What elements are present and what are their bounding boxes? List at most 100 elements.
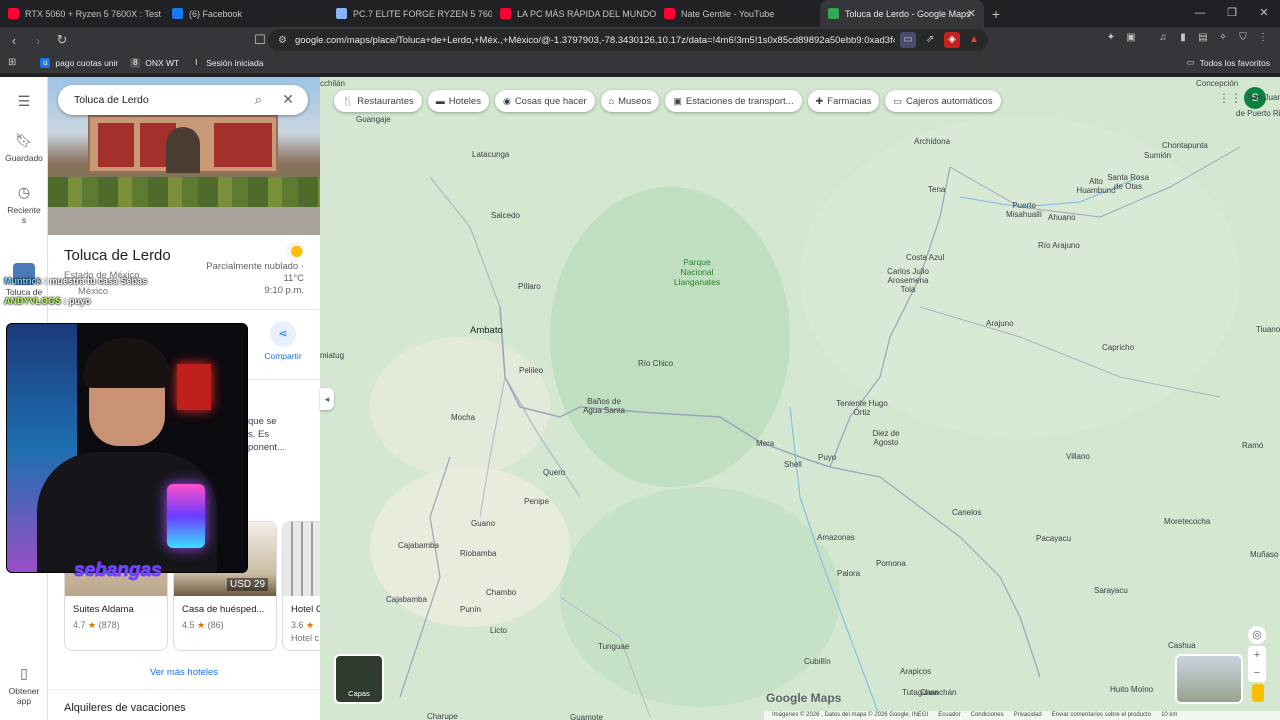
rail-item-recent[interactable]: ◷ Reciente s — [0, 184, 48, 225]
menu-button[interactable]: ☰ — [0, 93, 48, 114]
chip-cajeros-autom-ticos[interactable]: ▭ Cajeros automáticos — [885, 90, 1001, 112]
share-button[interactable]: ⋖ Compartir — [259, 321, 307, 361]
layers-button[interactable]: Capas — [334, 654, 384, 704]
map-place-label[interactable]: Canelos — [952, 508, 981, 517]
sidepanel-icon[interactable]: ▮ — [1177, 32, 1189, 44]
map-place-label[interactable]: Teniente Hugo Ortiz — [836, 399, 888, 417]
ai-icon[interactable]: ✧ — [1217, 32, 1229, 44]
map-place-label[interactable]: Cajabamba — [398, 541, 439, 550]
pegman-icon[interactable] — [1252, 684, 1264, 702]
collapse-panel-button[interactable]: ◂ — [320, 388, 334, 410]
map-place-label[interactable]: Arapicos — [900, 667, 931, 676]
tab-1[interactable]: (6) Facebook — [164, 0, 328, 27]
map-place-label[interactable]: Chanchán — [920, 688, 956, 697]
restore-icon[interactable]: ❐ — [1216, 0, 1248, 27]
map-canvas[interactable]: 🍴 Restaurantes ▬ Hoteles ◉ Cosas que hacer ⌂ Mu… — [320, 77, 1280, 720]
chip-museos[interactable]: ⌂ Museos — [600, 90, 660, 112]
extension-icon[interactable]: ◈ — [944, 32, 960, 48]
map-place-label[interactable]: Huito Moíno — [1110, 685, 1153, 694]
attribution-item[interactable]: Condiciones — [971, 711, 1004, 720]
shield-icon[interactable]: ⛉ — [1237, 32, 1249, 44]
share-page-icon[interactable]: ⇗ — [922, 32, 938, 48]
alert-extension-icon[interactable]: ▲ — [966, 32, 982, 48]
map-place-label[interactable]: Capricho — [1102, 343, 1134, 352]
map-place-label[interactable]: Diez de Agosto — [860, 429, 912, 447]
map-place-label[interactable]: Cajabamba — [386, 595, 427, 604]
map-place-label[interactable]: Chontapunta — [1162, 141, 1208, 150]
map-place-label[interactable]: Ahuano — [1048, 213, 1076, 222]
map-place-label[interactable]: Costa Azul — [906, 253, 944, 262]
map-place-label[interactable]: Ambato — [470, 325, 503, 336]
bookmark-item[interactable]: 8 ONX WT — [130, 57, 179, 68]
map-place-label[interactable]: Río Chico — [638, 359, 673, 368]
bookmark-star-icon[interactable]: ☐ — [250, 32, 270, 48]
map-place-label[interactable]: Arajuno — [986, 319, 1014, 328]
rail-item-saved[interactable]: 🔖︎ Guardado — [0, 132, 48, 163]
chip-hoteles[interactable]: ▬ Hoteles — [427, 90, 489, 112]
site-info-icon[interactable]: ⚙ — [278, 35, 287, 46]
back-icon[interactable]: ‹ — [4, 33, 24, 48]
map-place-label[interactable]: Penipe — [524, 497, 549, 506]
map-place-label[interactable]: Guamote — [570, 713, 603, 720]
map-place-label[interactable]: Latacunga — [472, 150, 509, 159]
reload-icon[interactable]: ↻ — [52, 32, 72, 48]
map-place-label[interactable]: Salcedo — [491, 211, 520, 220]
search-box[interactable]: Toluca de Lerdo ⌕ ✕ — [58, 85, 308, 115]
more-hotels-link[interactable]: Ver más hoteles — [48, 667, 320, 678]
tab-5[interactable]: Toluca de Lerdo - Google Maps ✕ — [820, 0, 984, 27]
map-place-label[interactable]: Baños de Agua Santa — [578, 397, 630, 415]
minimize-icon[interactable]: — — [1184, 0, 1216, 27]
map-place-label[interactable]: Muñaso Coc — [1250, 550, 1280, 559]
map-place-label[interactable]: Shell — [784, 460, 802, 469]
close-tab-icon[interactable]: ✕ — [967, 7, 976, 20]
map-place-label[interactable]: Guangaje — [356, 115, 391, 124]
install-app-icon[interactable]: ▭ — [900, 32, 916, 48]
map-place-label[interactable]: miatug — [320, 351, 344, 360]
menu-dots-icon[interactable]: ⋮ — [1257, 32, 1269, 44]
puzzle-icon[interactable]: ✦ — [1105, 32, 1117, 44]
map-place-label[interactable]: Chambo — [486, 588, 516, 597]
all-bookmarks[interactable]: ▭ Todos los favoritos — [1187, 57, 1270, 68]
map-place-label[interactable]: Carlos Julio Arosemena Tola — [880, 267, 936, 294]
map-place-label[interactable]: Sarayacu — [1094, 586, 1128, 595]
map-place-label[interactable]: Riobamba — [460, 549, 496, 558]
map-place-label[interactable]: Concepción — [1196, 79, 1238, 88]
map-place-label[interactable]: Puyo — [818, 453, 836, 462]
map-place-label[interactable]: Pelileo — [519, 366, 543, 375]
bookmark-item[interactable]: u pago cuotas unir — [40, 57, 118, 68]
attribution-item[interactable]: 10 km — [1161, 711, 1177, 720]
map-place-label[interactable]: Tena — [928, 185, 945, 194]
map-place-label[interactable]: San Juan — [1248, 93, 1280, 102]
map-place-label[interactable]: Archidona — [914, 137, 950, 146]
map-place-label[interactable]: Quero — [543, 468, 565, 477]
tab-3[interactable]: LA PC MÁS RÁPIDA DEL MUNDO vs — [492, 0, 656, 27]
tab-0[interactable]: RTX 5060 + Ryzen 5 7600X : Test in — [0, 0, 164, 27]
my-location-icon[interactable]: ◎ — [1248, 626, 1266, 644]
map-place-label[interactable]: Píllaro — [518, 282, 541, 291]
tab-4[interactable]: Nate Gentile - YouTube — [656, 0, 820, 27]
map-place-label[interactable]: Mera — [756, 439, 774, 448]
map-place-label[interactable]: Charupe — [427, 712, 458, 720]
map-place-label[interactable]: Río Arajuno — [1038, 241, 1080, 250]
chip-cosas-que-hacer[interactable]: ◉ Cosas que hacer — [494, 90, 595, 112]
wallet-icon[interactable]: ▤ — [1197, 32, 1209, 44]
map-place-label[interactable]: Tiuano — [1256, 325, 1280, 334]
new-tab-button[interactable]: + — [984, 6, 1008, 22]
address-bar[interactable]: ⚙ google.com/maps/place/Toluca+de+Lerdo,… — [268, 29, 988, 51]
chip-restaurantes[interactable]: 🍴 Restaurantes — [334, 90, 422, 112]
rail-item-get-app[interactable]: ▯ Obtener app — [0, 665, 48, 706]
map-place-label[interactable]: Tunguae — [598, 642, 629, 651]
map-place-label[interactable]: Villano — [1066, 452, 1090, 461]
map-place-label[interactable]: cchilán — [320, 79, 345, 88]
attribution-item[interactable]: Privacidad — [1014, 711, 1042, 720]
chip-estaciones-de-transport[interactable]: ▣ Estaciones de transport... — [665, 90, 802, 112]
map-place-label[interactable]: Guano — [471, 519, 495, 528]
media-icon[interactable]: ♫ — [1157, 32, 1169, 44]
map-place-label[interactable]: Licto — [490, 626, 507, 635]
close-window-icon[interactable]: ✕ — [1248, 0, 1280, 27]
map-place-label[interactable]: Cashua — [1168, 641, 1196, 650]
map-place-label[interactable]: Parque Nacional Llanganates — [668, 257, 726, 287]
search-icon[interactable]: ⌕ — [255, 92, 262, 108]
tab-search-icon[interactable]: ▣ — [1125, 32, 1137, 44]
map-place-label[interactable]: Punín — [460, 605, 481, 614]
